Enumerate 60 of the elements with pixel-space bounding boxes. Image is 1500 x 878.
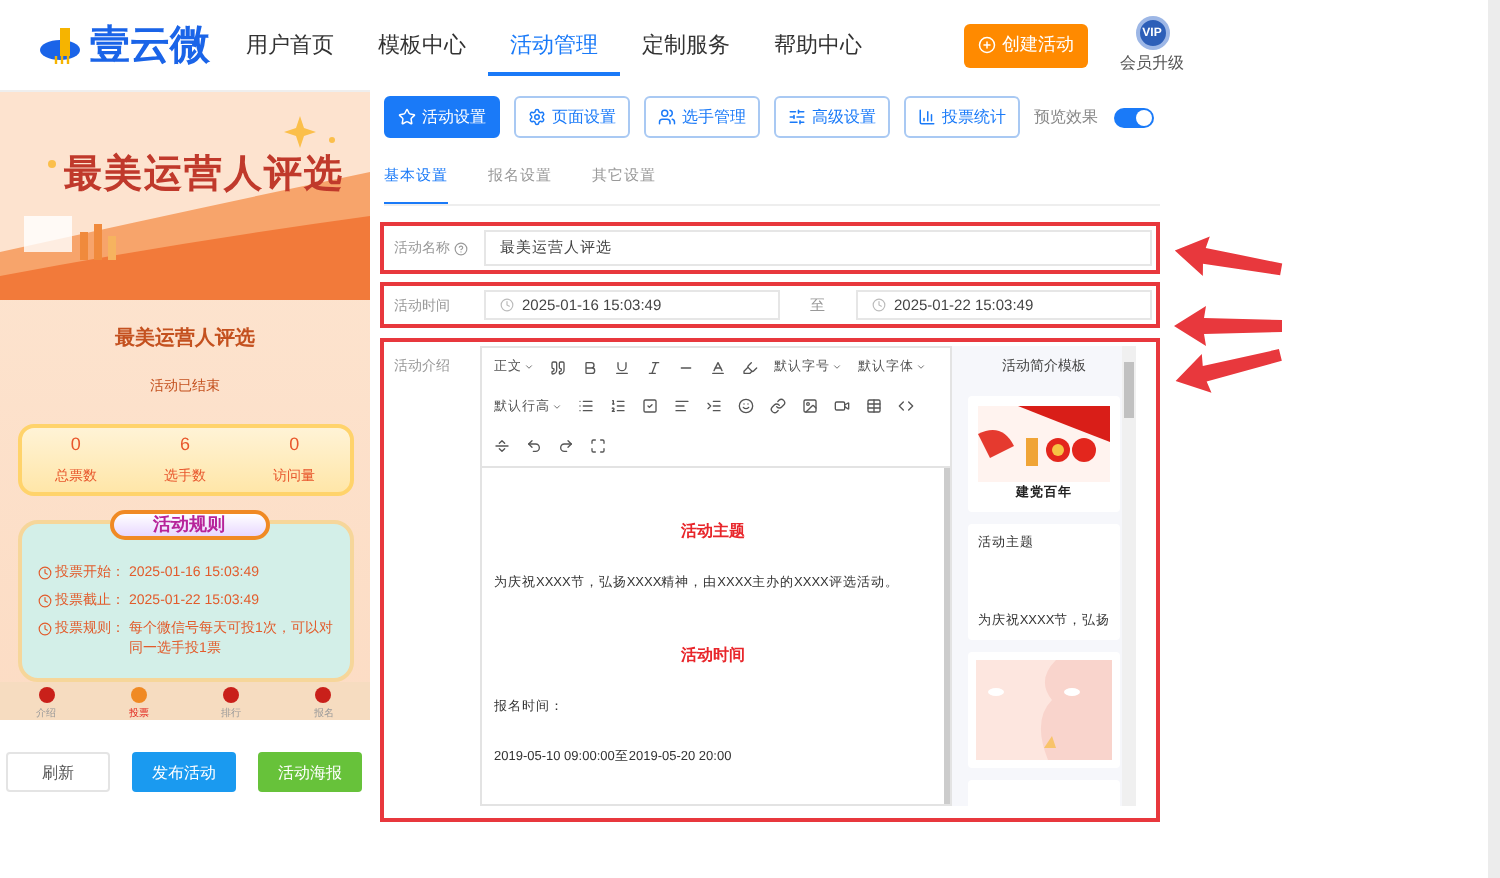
preview-switch[interactable]	[1114, 107, 1154, 127]
undo-icon[interactable]	[526, 437, 542, 454]
caret-icon	[524, 362, 534, 373]
table-icon[interactable]	[866, 398, 882, 415]
star-icon	[398, 108, 416, 126]
align-icon[interactable]	[674, 398, 690, 415]
code-icon[interactable]	[898, 398, 914, 415]
caret-icon	[832, 362, 842, 373]
caret-icon	[552, 401, 562, 412]
highlight-icon[interactable]	[742, 359, 758, 376]
activity-name: 最美运营人评选	[115, 324, 255, 352]
stat-value: 0	[70, 433, 81, 454]
clock-icon	[500, 298, 514, 312]
clock-icon	[37, 565, 51, 580]
numbered-list-icon[interactable]	[610, 398, 626, 415]
nav-item[interactable]: 定制服务	[620, 14, 752, 76]
italic-icon[interactable]	[646, 359, 662, 376]
sliders-icon	[788, 108, 806, 126]
caret-icon	[916, 362, 926, 373]
font-color-icon[interactable]	[710, 359, 726, 376]
logo-text: 壹云微	[90, 22, 210, 72]
checkbox-icon[interactable]	[642, 398, 658, 415]
settings-tab[interactable]: 选手管理	[644, 96, 760, 138]
help-icon	[454, 241, 468, 255]
action-button[interactable]: 刷新	[6, 752, 110, 792]
emoji-icon[interactable]	[738, 398, 754, 415]
nav-item[interactable]: 模板中心	[356, 14, 488, 76]
image-icon[interactable]	[802, 398, 818, 415]
settings-tab[interactable]: 投票统计	[904, 96, 1020, 138]
users-icon	[658, 108, 676, 126]
indent-icon[interactable]	[706, 398, 722, 415]
video-icon[interactable]	[834, 398, 850, 415]
stat-value: 6	[179, 433, 190, 454]
link-icon[interactable]	[770, 398, 786, 415]
settings-tab[interactable]: 页面设置	[514, 96, 630, 138]
redo-icon[interactable]	[558, 437, 574, 454]
content-heading: 活动时间	[679, 643, 747, 665]
clock-icon	[872, 298, 886, 312]
toggle-label: 预览效果	[1034, 106, 1098, 128]
nav-item[interactable]: 活动管理	[488, 14, 620, 76]
bar-chart-icon	[918, 108, 936, 126]
clock-icon	[37, 594, 51, 609]
stat-value: 0	[289, 433, 300, 454]
divider-icon[interactable]	[494, 437, 510, 454]
quote-icon[interactable]	[550, 359, 566, 376]
settings-tab[interactable]: 活动设置	[384, 96, 500, 138]
bullet-list-icon[interactable]	[578, 398, 594, 415]
settings-tab[interactable]: 高级设置	[774, 96, 890, 138]
nav-item[interactable]: 用户首页	[224, 14, 356, 76]
content-heading: 活动主题	[679, 519, 747, 541]
rules-title: 活动规则	[109, 509, 269, 540]
bold-icon[interactable]	[582, 359, 598, 376]
clock-icon	[37, 622, 51, 637]
fullscreen-icon[interactable]	[590, 437, 606, 454]
upgrade-link[interactable]: 会员升级	[1120, 52, 1184, 74]
gear-icon	[528, 108, 546, 126]
logo-icon	[40, 25, 84, 65]
nav-item[interactable]: 帮助中心	[752, 14, 884, 76]
plus-icon	[978, 36, 996, 54]
underline-icon[interactable]	[614, 359, 630, 376]
